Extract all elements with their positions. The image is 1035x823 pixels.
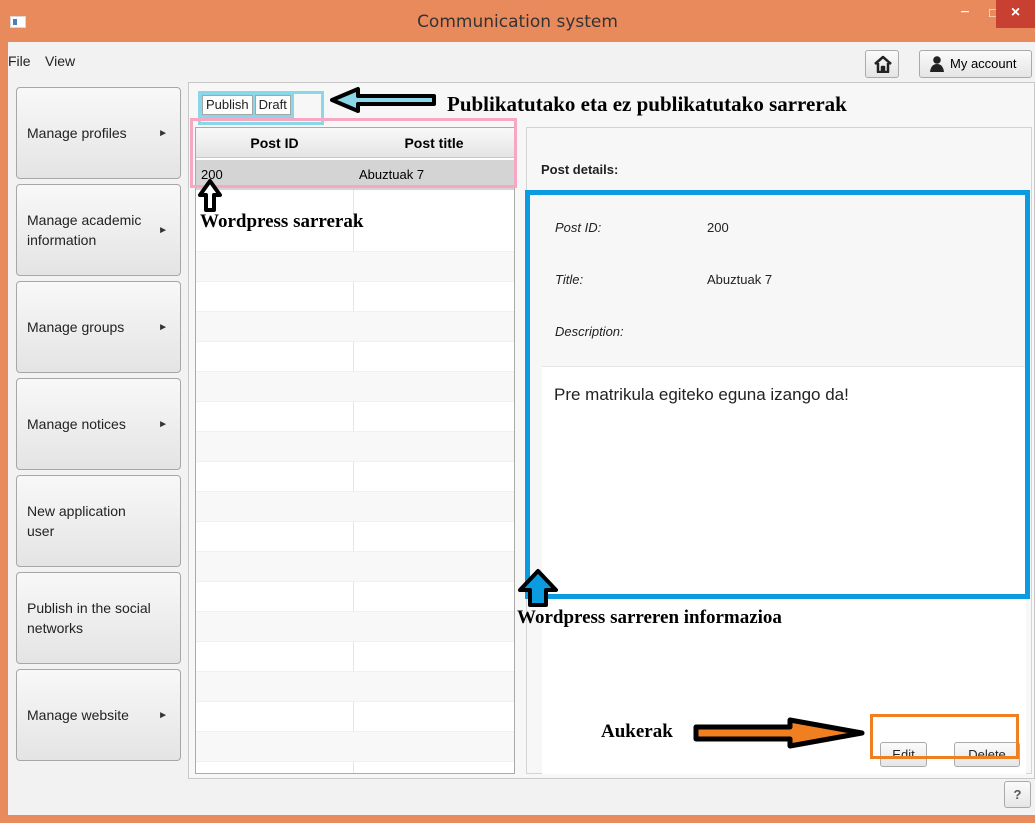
sidebar-item-manage-profiles[interactable]: Manage profiles ► [16, 87, 181, 179]
sidebar-item-label: Manage groups [27, 319, 125, 335]
application-window: Communication system − □ × File View My … [0, 0, 1035, 823]
home-icon [874, 55, 892, 73]
post-id-cell: 200 [201, 167, 223, 182]
table-annotation: Wordpress sarrerak [200, 211, 364, 232]
empty-table-row [196, 642, 514, 672]
window-title: Communication system [417, 12, 618, 32]
sidebar-item-label: Manage profiles [27, 125, 127, 141]
empty-table-row [196, 372, 514, 402]
status-footer: ? [8, 779, 1035, 815]
submenu-arrow-icon: ► [158, 225, 168, 236]
sidebar-item-manage-academic-information[interactable]: Manage academic information ► [16, 184, 181, 276]
post-title-column-header[interactable]: Post title [354, 135, 514, 151]
empty-table-row [196, 252, 514, 282]
empty-table-row [196, 582, 514, 612]
submenu-arrow-icon: ► [158, 710, 168, 721]
post-title-cell: Abuztuak 7 [359, 167, 425, 182]
title-bar: Communication system − □ × [0, 0, 1035, 42]
empty-table-row [196, 312, 514, 342]
edit-button[interactable]: Edit [880, 742, 927, 767]
tabs-annotation: Publikatutako eta ez publikatutako sarre… [447, 92, 847, 116]
sidebar-item-manage-groups[interactable]: Manage groups ► [16, 281, 181, 373]
main-content: Publish Draft Post ID Post title 200 Abuz… [188, 82, 1035, 779]
post-id-column-header[interactable]: Post ID [196, 135, 353, 151]
sidebar-item-manage-notices[interactable]: Manage notices ► [16, 378, 181, 470]
sidebar-item-manage-website[interactable]: Manage website ► [16, 669, 181, 761]
title-value: Abuztuak 7 [707, 272, 773, 287]
draft-tab[interactable]: Draft [254, 95, 291, 115]
description-value: Pre matrikula egiteko eguna izango da! [554, 385, 849, 404]
post-id-value: 200 [707, 220, 729, 235]
empty-table-row [196, 612, 514, 642]
empty-table-row [196, 432, 514, 462]
home-button[interactable] [865, 50, 899, 78]
empty-table-row [196, 402, 514, 432]
sidebar-item-new-application-user[interactable]: New application user [16, 475, 181, 567]
empty-table-row [196, 672, 514, 702]
file-menu[interactable]: File [8, 53, 31, 69]
empty-table-row [196, 492, 514, 522]
sidebar-item-label: Manage notices [27, 416, 126, 432]
user-icon [930, 56, 944, 72]
menu-bar: File View My account [8, 42, 1035, 82]
close-button[interactable]: × [996, 0, 1035, 28]
submenu-arrow-icon: ► [158, 419, 168, 430]
details-annotation: Wordpress sarreren informazioa [517, 607, 782, 628]
post-id-label: Post ID: [555, 220, 602, 235]
sidebar-item-label: Publish in the social networks [27, 600, 151, 636]
sidebar-item-publish-social-networks[interactable]: Publish in the social networks [16, 572, 181, 664]
empty-table-row [196, 552, 514, 582]
view-menu[interactable]: View [45, 53, 75, 69]
table-row[interactable]: 200 Abuztuak 7 [196, 160, 514, 190]
help-button[interactable]: ? [1004, 781, 1031, 808]
submenu-arrow-icon: ► [158, 322, 168, 333]
my-account-label: My account [950, 56, 1017, 71]
publish-tab[interactable]: Publish [202, 95, 253, 115]
empty-table-row [196, 342, 514, 372]
sidebar-item-label: New application user [27, 503, 126, 539]
empty-table-row [196, 522, 514, 552]
post-details-panel: Post details: Post ID: 200 Title: Abuztu… [526, 127, 1032, 774]
sidebar-item-label: Manage academic information [27, 212, 142, 248]
empty-table-row [196, 702, 514, 732]
post-status-tabs: Publish Draft [199, 92, 294, 118]
my-account-button[interactable]: My account [919, 50, 1032, 78]
post-details-title: Post details: [541, 162, 619, 177]
sidebar-item-label: Manage website [27, 707, 129, 723]
delete-button[interactable]: Delete [954, 742, 1020, 767]
title-label: Title: [555, 272, 584, 287]
application-client-area: File View My account Manage profiles ► M… [8, 42, 1035, 815]
actions-annotation: Aukerak [601, 721, 673, 742]
empty-table-row [196, 732, 514, 762]
empty-table-row [196, 462, 514, 492]
description-box: Pre matrikula egiteko eguna izango da! [542, 366, 1026, 774]
empty-table-row [196, 282, 514, 312]
minimize-button[interactable]: − [950, 0, 980, 28]
submenu-arrow-icon: ► [158, 128, 168, 139]
description-label: Description: [555, 324, 624, 339]
table-header-row: Post ID Post title [196, 128, 514, 158]
